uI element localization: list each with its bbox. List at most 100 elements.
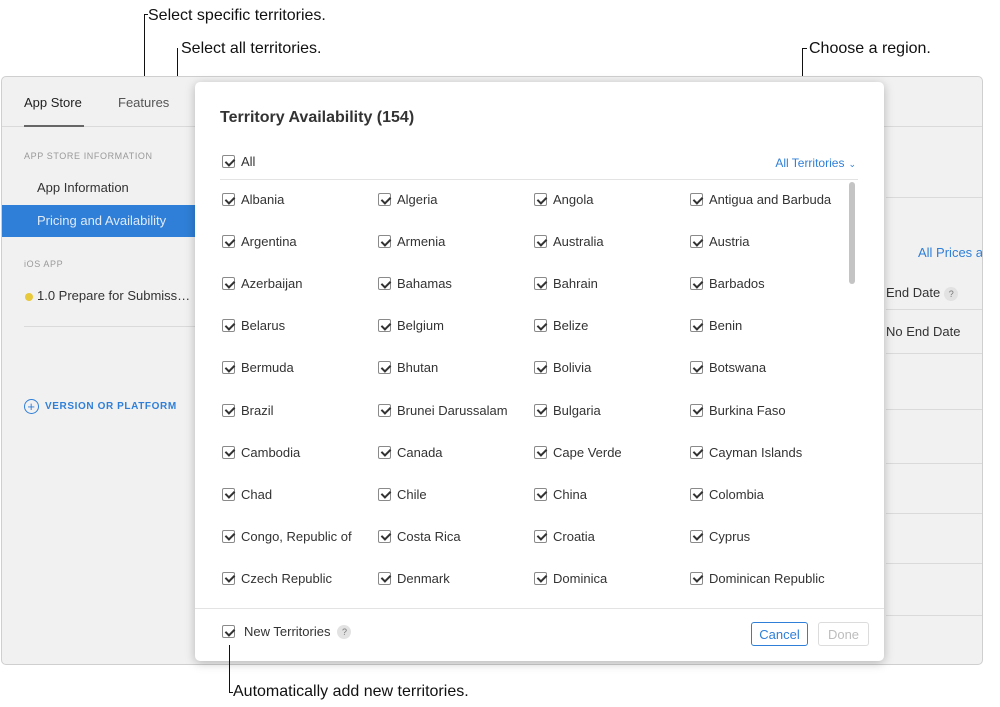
- territory-checkbox[interactable]: Bhutan: [378, 360, 438, 375]
- region-dropdown[interactable]: All Territories ⌄: [775, 156, 856, 170]
- checkmark-icon[interactable]: [222, 277, 235, 291]
- territory-checkbox[interactable]: Antigua and Barbuda: [690, 192, 831, 207]
- checkmark-icon[interactable]: [690, 487, 703, 501]
- territory-checkbox[interactable]: Chile: [378, 487, 427, 502]
- territory-checkbox[interactable]: Brazil: [222, 403, 274, 418]
- scrollbar[interactable]: [847, 180, 857, 608]
- territory-checkbox[interactable]: Azerbaijan: [222, 276, 302, 291]
- checkmark-icon[interactable]: [378, 235, 391, 249]
- territory-checkbox[interactable]: China: [534, 487, 587, 502]
- question-icon[interactable]: ?: [337, 624, 352, 639]
- checkmark-icon[interactable]: [690, 277, 703, 291]
- checkmark-icon[interactable]: [222, 625, 235, 638]
- territory-checkbox[interactable]: Austria: [690, 234, 749, 249]
- checkmark-icon[interactable]: [690, 445, 703, 459]
- checkmark-icon[interactable]: [690, 361, 703, 375]
- checkmark-icon[interactable]: [534, 193, 547, 206]
- all-prices-link[interactable]: All Prices ar: [918, 245, 982, 260]
- territory-checkbox[interactable]: Bahamas: [378, 276, 452, 291]
- checkmark-icon[interactable]: [378, 487, 391, 501]
- checkmark-icon[interactable]: [222, 235, 235, 249]
- territory-checkbox[interactable]: Congo, Republic of: [222, 529, 352, 544]
- territory-checkbox[interactable]: Cape Verde: [534, 445, 622, 460]
- territory-checkbox[interactable]: Cambodia: [222, 445, 300, 460]
- territory-checkbox[interactable]: Costa Rica: [378, 529, 461, 544]
- territory-checkbox[interactable]: Denmark: [378, 571, 450, 586]
- territory-label: Austria: [709, 234, 750, 250]
- done-button[interactable]: Done: [818, 622, 869, 646]
- checkmark-icon[interactable]: [378, 403, 391, 417]
- checkmark-icon[interactable]: [222, 319, 235, 333]
- territory-checkbox[interactable]: Bulgaria: [534, 403, 601, 418]
- territory-checkbox[interactable]: Australia: [534, 234, 604, 249]
- tab-features[interactable]: Features: [118, 95, 169, 110]
- checkmark-icon[interactable]: [534, 403, 547, 417]
- territory-checkbox[interactable]: Albania: [222, 192, 284, 207]
- checkmark-icon[interactable]: [534, 277, 547, 291]
- territory-checkbox[interactable]: Czech Republic: [222, 571, 332, 586]
- new-territories-row[interactable]: New Territories?: [222, 624, 352, 639]
- checkmark-icon[interactable]: [534, 571, 547, 585]
- territory-checkbox[interactable]: Brunei Darussalam: [378, 403, 508, 418]
- territory-checkbox[interactable]: Bermuda: [222, 360, 294, 375]
- checkmark-icon[interactable]: [378, 571, 391, 585]
- territory-checkbox[interactable]: Canada: [378, 445, 443, 460]
- territory-checkbox[interactable]: Dominican Republic: [690, 571, 825, 586]
- checkmark-icon[interactable]: [690, 403, 703, 417]
- territory-checkbox[interactable]: Cayman Islands: [690, 445, 802, 460]
- checkmark-icon[interactable]: [690, 235, 703, 249]
- territory-checkbox[interactable]: Belize: [534, 318, 588, 333]
- territory-checkbox[interactable]: Burkina Faso: [690, 403, 786, 418]
- territory-checkbox[interactable]: Colombia: [690, 487, 764, 502]
- checkmark-icon[interactable]: [222, 529, 235, 543]
- checkmark-icon[interactable]: [378, 193, 391, 206]
- sidebar-item-version[interactable]: 1.0 Prepare for Submiss…: [2, 280, 196, 312]
- all-checkbox-row[interactable]: All: [222, 154, 255, 169]
- checkmark-icon[interactable]: [378, 529, 391, 543]
- checkmark-icon[interactable]: [378, 361, 391, 375]
- cancel-button[interactable]: Cancel: [751, 622, 808, 646]
- territory-checkbox[interactable]: Barbados: [690, 276, 765, 291]
- territory-checkbox[interactable]: Botswana: [690, 360, 766, 375]
- checkmark-icon[interactable]: [222, 403, 235, 417]
- sidebar-item-pricing[interactable]: Pricing and Availability: [2, 205, 196, 237]
- checkmark-icon[interactable]: [534, 487, 547, 501]
- checkmark-icon[interactable]: [534, 529, 547, 543]
- checkmark-icon[interactable]: [690, 319, 703, 333]
- territory-checkbox[interactable]: Dominica: [534, 571, 607, 586]
- sidebar-item-app-information[interactable]: App Information: [2, 172, 196, 204]
- territory-checkbox[interactable]: Croatia: [534, 529, 595, 544]
- checkmark-icon[interactable]: [378, 445, 391, 459]
- checkmark-icon[interactable]: [222, 487, 235, 501]
- checkmark-icon[interactable]: [222, 193, 235, 206]
- territory-checkbox[interactable]: Algeria: [378, 192, 437, 207]
- tab-app-store[interactable]: App Store: [24, 95, 82, 110]
- question-icon[interactable]: ?: [944, 286, 959, 301]
- checkmark-icon[interactable]: [222, 155, 235, 168]
- checkmark-icon[interactable]: [378, 277, 391, 291]
- territory-checkbox[interactable]: Cyprus: [690, 529, 750, 544]
- territory-checkbox[interactable]: Belarus: [222, 318, 285, 333]
- territory-checkbox[interactable]: Argentina: [222, 234, 297, 249]
- territory-checkbox[interactable]: Belgium: [378, 318, 444, 333]
- territory-list: Albania Algeria Angola Antigua and Barbuda A…: [222, 192, 844, 608]
- territory-checkbox[interactable]: Bolivia: [534, 360, 591, 375]
- territory-checkbox[interactable]: Chad: [222, 487, 272, 502]
- checkmark-icon[interactable]: [534, 235, 547, 249]
- checkmark-icon[interactable]: [534, 445, 547, 459]
- checkmark-icon[interactable]: [222, 361, 235, 375]
- checkmark-icon[interactable]: [690, 193, 703, 206]
- checkmark-icon[interactable]: [534, 361, 547, 375]
- territory-checkbox[interactable]: Bahrain: [534, 276, 598, 291]
- territory-checkbox[interactable]: Benin: [690, 318, 742, 333]
- checkmark-icon[interactable]: [378, 319, 391, 333]
- territory-checkbox[interactable]: Armenia: [378, 234, 445, 249]
- checkmark-icon[interactable]: [222, 571, 235, 585]
- checkmark-icon[interactable]: [222, 445, 235, 459]
- checkmark-icon[interactable]: [534, 319, 547, 333]
- add-version-button[interactable]: + VERSION OR PLATFORM: [24, 399, 177, 414]
- checkmark-icon[interactable]: [690, 529, 703, 543]
- checkmark-icon[interactable]: [690, 571, 703, 585]
- territory-checkbox[interactable]: Angola: [534, 192, 593, 207]
- scrollbar-thumb[interactable]: [849, 182, 855, 284]
